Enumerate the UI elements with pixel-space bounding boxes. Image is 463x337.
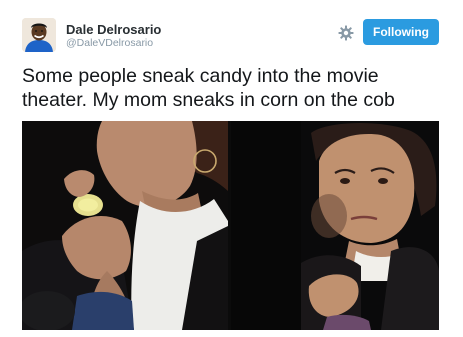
avatar[interactable] <box>22 18 56 52</box>
tweet-media <box>22 121 439 330</box>
following-button[interactable]: Following <box>363 19 439 45</box>
tweet-text: Some people sneak candy into the movie t… <box>22 65 395 111</box>
gear-icon[interactable] <box>338 25 354 41</box>
author-handle[interactable]: @DaleVDelrosario <box>66 37 153 49</box>
photo-right[interactable] <box>231 121 439 330</box>
person-avatar-icon <box>22 18 56 52</box>
author-display-name[interactable]: Dale Delrosario <box>66 22 161 37</box>
tweet-card: Dale Delrosario @DaleVDelrosario Followi… <box>0 0 463 337</box>
photo-left[interactable] <box>22 121 228 330</box>
